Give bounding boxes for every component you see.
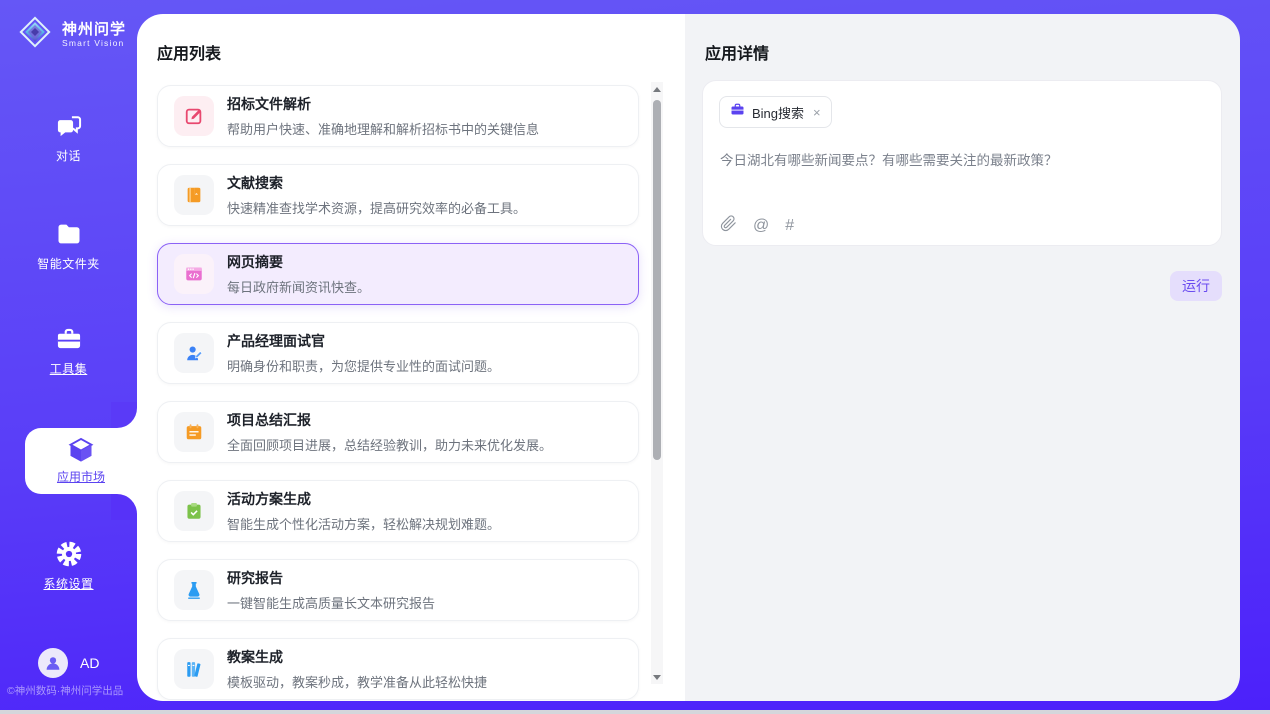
app-card-web-summary[interactable]: 网页摘要 每日政府新闻资讯快查。 [157,243,639,305]
app-card-pm-interviewer[interactable]: 产品经理面试官 明确身份和职责，为您提供专业性的面试问题。 [157,322,639,384]
app-list-title: 应用列表 [157,40,221,64]
query-text[interactable]: 今日湖北有哪些新闻要点？有哪些需要关注的最新政策？ [720,151,1205,170]
sidebar-item-chat[interactable]: 对话 [0,112,137,164]
app-card-title: 网页摘要 [227,252,370,272]
edit-square-icon [174,96,214,136]
web-code-icon [174,254,214,294]
avatar [38,648,68,678]
sidebar-item-smart-folders[interactable]: 智能文件夹 [0,220,137,272]
brand-name: 神州问学 [62,21,126,38]
triangle-down-icon [653,675,661,680]
app-card-desc: 每日政府新闻资讯快查。 [227,277,370,296]
sidebar-item-toolkit[interactable]: 工具集 [0,325,137,377]
app-card-title: 产品经理面试官 [227,331,500,351]
prompt-input-card[interactable]: Bing搜索 × 今日湖北有哪些新闻要点？有哪些需要关注的最新政策？ @ # [702,80,1222,246]
app-window: 神州问学 Smart Vision 对话 智能文件夹 [0,0,1270,714]
app-card-literature-search[interactable]: 文献搜索 快速精准查找学术资源，提高研究效率的必备工具。 [157,164,639,226]
triangle-up-icon [653,87,661,92]
app-card-desc: 明确身份和职责，为您提供专业性的面试问题。 [227,356,500,375]
app-card-title: 活动方案生成 [227,489,500,509]
sidebar-item-label: 系统设置 [0,575,137,592]
app-card-list: 招标文件解析 帮助用户快速、准确地理解和解析招标书中的关键信息 [157,85,639,701]
copyright-footer: ©神州数码·神州问学出品 [7,683,123,698]
app-card-desc: 智能生成个性化活动方案，轻松解决规划难题。 [227,514,500,533]
sidebar-item-label: 智能文件夹 [0,255,137,272]
user-account[interactable]: AD [38,648,99,678]
bubble-notch-bottom [111,494,137,520]
app-card-project-summary[interactable]: 项目总结汇报 全面回顾项目进展，总结经验教训，助力未来优化发展。 [157,401,639,463]
app-card-desc: 全面回顾项目进展，总结经验教训，助力未来优化发展。 [227,435,552,454]
scroll-up-button[interactable] [651,82,663,96]
sidebar: 神州问学 Smart Vision 对话 智能文件夹 [0,0,137,714]
tool-tag-label: Bing搜索 [752,103,804,122]
sidebar-item-label: 工具集 [0,360,137,377]
app-card-desc: 模板驱动，教案秒成，教学准备从此轻松快捷 [227,672,487,691]
folder-icon [0,220,137,248]
chat-icon [0,112,137,140]
app-card-title: 教案生成 [227,647,487,667]
user-icon [44,654,62,672]
diamond-logo-icon [16,13,54,56]
cube-icon [25,436,137,464]
briefcase-icon [730,102,745,122]
app-card-research-report[interactable]: 研究报告 一键智能生成高质量长文本研究报告 [157,559,639,621]
app-card-title: 项目总结汇报 [227,410,552,430]
app-card-desc: 帮助用户快速、准确地理解和解析招标书中的关键信息 [227,119,539,138]
sidebar-item-app-market[interactable]: 应用市场 [25,428,137,494]
brand-logo: 神州问学 Smart Vision [16,13,126,56]
at-mention-icon[interactable]: @ [753,217,769,235]
app-card-lesson-plan[interactable]: 教案生成 模板驱动，教案秒成，教学准备从此轻松快捷 [157,638,639,700]
run-button[interactable]: 运行 [1170,271,1222,301]
scrollbar-thumb[interactable] [653,100,661,460]
window-bottom-edge [0,710,1270,714]
gear-icon [0,540,137,568]
flask-icon [174,570,214,610]
brand-subtitle: Smart Vision [62,38,126,48]
app-card-title: 招标文件解析 [227,94,539,114]
interviewer-icon [174,333,214,373]
app-card-bid-analysis[interactable]: 招标文件解析 帮助用户快速、准确地理解和解析招标书中的关键信息 [157,85,639,147]
app-card-desc: 一键智能生成高质量长文本研究报告 [227,593,435,612]
tool-tag-bing-search[interactable]: Bing搜索 × [719,96,832,128]
app-detail-panel: 应用详情 Bing搜索 × 今日湖北有哪些新闻要点？有哪些需要关注的最新政策？ [685,14,1240,701]
user-name: AD [80,655,99,671]
book-icon [174,175,214,215]
app-card-event-plan[interactable]: 活动方案生成 智能生成个性化活动方案，轻松解决规划难题。 [157,480,639,542]
toolbox-icon [0,325,137,353]
sidebar-item-label: 应用市场 [25,468,137,485]
main-content: 应用列表 招标文件解析 帮助用户快速、准确地理解和解析招标书中的关键信息 [137,14,1240,701]
sidebar-item-label: 对话 [0,147,137,164]
app-card-desc: 快速精准查找学术资源，提高研究效率的必备工具。 [227,198,526,217]
app-card-title: 研究报告 [227,568,435,588]
clipboard-check-icon [174,491,214,531]
app-detail-title: 应用详情 [705,40,769,64]
calendar-icon [174,412,214,452]
app-list-panel: 应用列表 招标文件解析 帮助用户快速、准确地理解和解析招标书中的关键信息 [137,14,685,701]
remove-tag-icon[interactable]: × [813,105,821,120]
list-scrollbar[interactable] [651,82,663,684]
app-card-title: 文献搜索 [227,173,526,193]
bubble-notch-top [111,402,137,428]
paperclip-icon[interactable] [720,215,737,237]
scroll-down-button[interactable] [651,670,663,684]
attachment-toolbar: @ # [720,215,794,237]
sidebar-item-settings[interactable]: 系统设置 [0,540,137,592]
books-icon [174,649,214,689]
hash-tag-icon[interactable]: # [785,217,794,235]
